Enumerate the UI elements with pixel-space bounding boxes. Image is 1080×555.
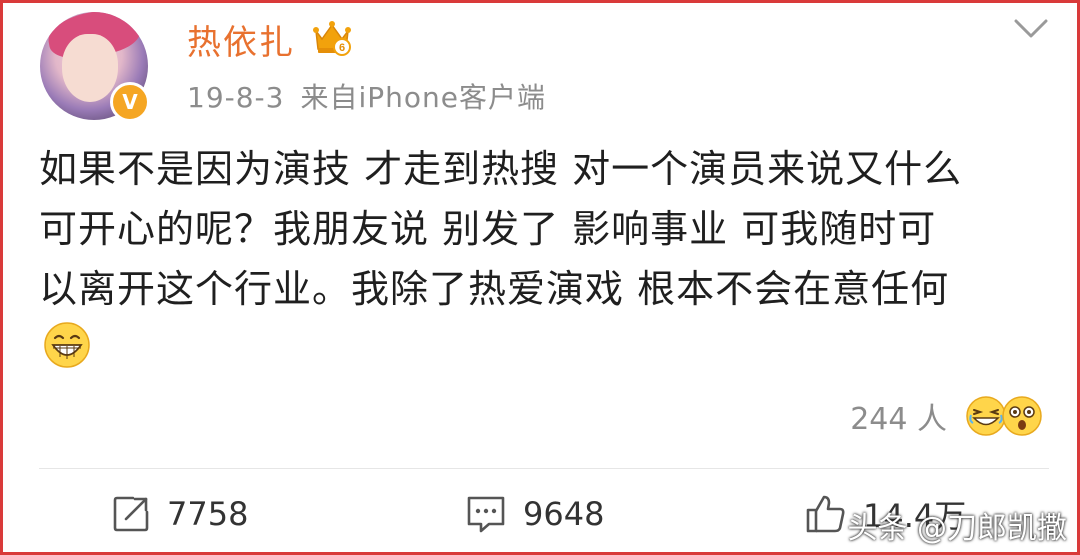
divider	[39, 468, 1049, 469]
content-line: 以离开这个行业。我除了热爱演戏 根本不会在意任何	[39, 267, 950, 311]
comment-count: 9648	[523, 495, 605, 533]
comment-button[interactable]: 9648	[463, 489, 604, 539]
reactions-summary[interactable]: 244 人	[850, 391, 1043, 441]
repost-count: 7758	[167, 495, 249, 533]
grinning-face-icon	[44, 322, 90, 368]
post-meta: 19-8-3 来自iPhone客户端	[187, 76, 546, 116]
comment-icon	[467, 496, 505, 533]
shocked-face-icon	[1002, 396, 1042, 436]
svg-text:6: 6	[339, 42, 345, 54]
post-date: 19-8-3	[187, 81, 285, 114]
crown-vip-icon[interactable]: 6	[312, 19, 352, 57]
repost-button[interactable]: 7758	[109, 489, 248, 539]
post-content: 如果不是因为演技 才走到热搜 对一个演员来说又什么 可开心的呢？我朋友说 别发了…	[39, 139, 1049, 319]
watermark: 头条 @刀郎凯撒	[847, 511, 1067, 546]
author-name[interactable]: 热依扎	[187, 15, 295, 64]
post-source: 来自iPhone客户端	[300, 81, 546, 114]
verified-badge-icon: V	[110, 82, 150, 122]
thumbs-up-icon	[806, 495, 845, 533]
content-line: 可开心的呢？我朋友说 别发了 影响事业 可我随时可	[39, 207, 937, 251]
chevron-down-icon[interactable]	[1013, 17, 1049, 41]
avatar[interactable]: V	[40, 12, 150, 122]
weibo-post-card: V 热依扎 6 19-8-3 来自iPhone客户端 如果不是因为演技 才走到热搜…	[0, 0, 1080, 555]
reaction-count: 244 人	[850, 402, 947, 437]
repost-icon	[113, 496, 149, 532]
content-line: 如果不是因为演技 才走到热搜 对一个演员来说又什么	[39, 147, 963, 191]
